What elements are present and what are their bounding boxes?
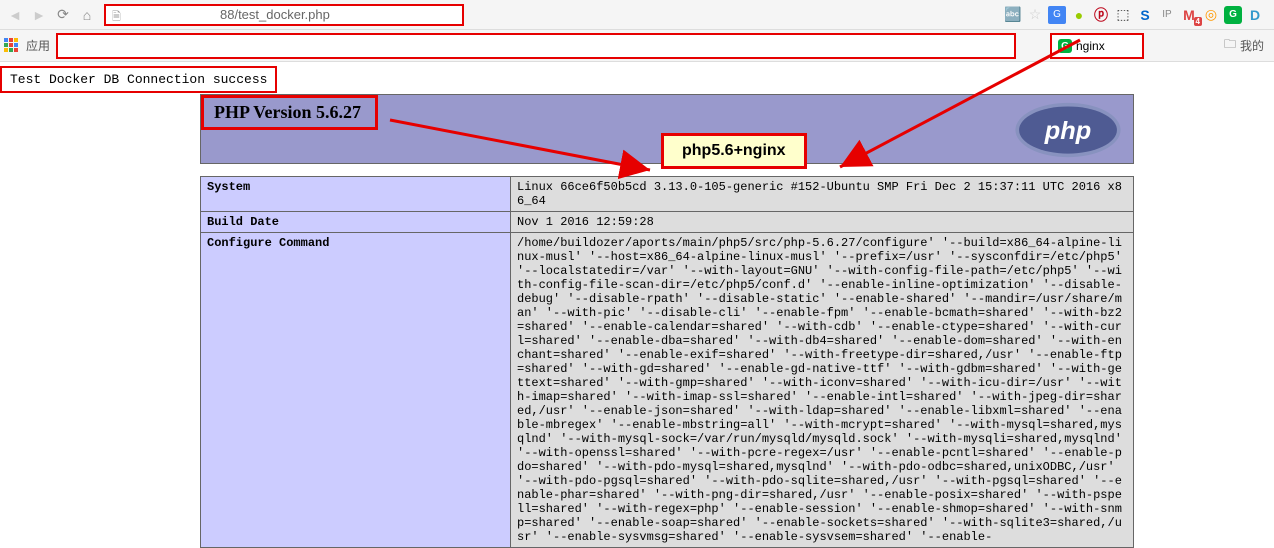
success-message: Test Docker DB Connection success [0, 66, 277, 93]
phpinfo-row: Configure Command/home/buildozer/aports/… [201, 233, 1134, 548]
phpinfo-header: PHP Version 5.6.27 php5.6+nginx php [200, 94, 1134, 164]
phpinfo-table: SystemLinux 66ce6f50b5cd 3.13.0-105-gene… [200, 176, 1134, 548]
bookmarks-bar: 应用 G nginx 🗀 我的 [0, 30, 1274, 62]
forward-button[interactable]: ► [28, 4, 50, 26]
other-bookmarks[interactable]: 🗀 我的 [1224, 35, 1270, 56]
home-button[interactable]: ⌂ [76, 4, 98, 26]
pinterest-icon[interactable]: ⓟ [1092, 6, 1110, 24]
masked-hostname [130, 6, 220, 24]
svg-text:php: php [1044, 117, 1091, 145]
folder-icon: 🗀 [1224, 35, 1236, 56]
circle-icon[interactable]: ◎ [1202, 6, 1220, 24]
phpinfo-row-value: /home/buildozer/aports/main/php5/src/php… [511, 233, 1134, 548]
phpinfo-section: PHP Version 5.6.27 php5.6+nginx php Syst… [200, 94, 1134, 548]
reload-button[interactable]: ⟳ [52, 4, 74, 26]
phpinfo-row-label: System [201, 177, 511, 212]
phpinfo-row-label: Build Date [201, 212, 511, 233]
nav-buttons: ◄ ► ⟳ ⌂ [4, 4, 98, 26]
gmail-icon[interactable]: M4 [1180, 6, 1198, 24]
green-dot-icon[interactable]: ● [1070, 6, 1088, 24]
apps-label[interactable]: 应用 [26, 37, 50, 54]
apps-icon[interactable] [4, 38, 20, 54]
extension-icon[interactable]: ⬚ [1114, 6, 1132, 24]
google-icon[interactable]: G [1048, 6, 1066, 24]
phpinfo-row-value: Nov 1 2016 12:59:28 [511, 212, 1134, 233]
back-button[interactable]: ◄ [4, 4, 26, 26]
ip-icon[interactable]: IP [1158, 6, 1176, 24]
url-text: 88/test_docker.php [220, 7, 330, 22]
translate-icon[interactable]: 🔤 [1004, 6, 1022, 24]
star-icon[interactable]: ☆ [1026, 6, 1044, 24]
s-icon[interactable]: S [1136, 6, 1154, 24]
phpinfo-row: SystemLinux 66ce6f50b5cd 3.13.0-105-gene… [201, 177, 1134, 212]
php-logo-icon: php [1013, 101, 1123, 159]
masked-bookmark-area [56, 33, 1016, 59]
address-bar[interactable]: 🗎 88/test_docker.php [104, 4, 464, 26]
phpinfo-row-value: Linux 66ce6f50b5cd 3.13.0-105-generic #1… [511, 177, 1134, 212]
phpinfo-row-label: Configure Command [201, 233, 511, 548]
browser-toolbar: ◄ ► ⟳ ⌂ 🗎 88/test_docker.php 🔤 ☆ G ● ⓟ ⬚… [0, 0, 1274, 30]
page-icon: 🗎 [112, 8, 126, 22]
php-version: PHP Version 5.6.27 [201, 95, 378, 130]
g-green-icon[interactable]: G [1224, 6, 1242, 24]
toolbar-extensions: 🔤 ☆ G ● ⓟ ⬚ S IP M4 ◎ G D [1004, 6, 1270, 24]
d-icon[interactable]: D [1246, 6, 1264, 24]
phpinfo-row: Build DateNov 1 2016 12:59:28 [201, 212, 1134, 233]
nginx-label: nginx [1076, 39, 1105, 53]
nginx-callout: G nginx [1050, 33, 1144, 59]
nginx-icon: G [1058, 39, 1072, 53]
annotation-label: php5.6+nginx [661, 133, 807, 169]
